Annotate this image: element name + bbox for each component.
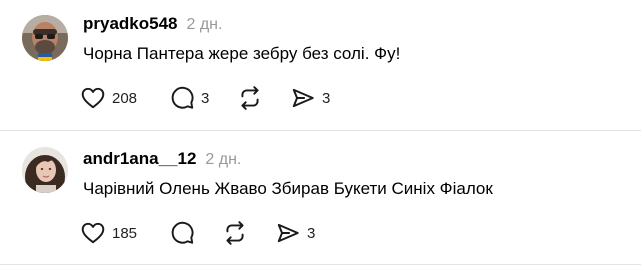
avatar-image — [22, 147, 68, 193]
divider — [0, 264, 641, 265]
comment-icon — [171, 86, 194, 109]
username[interactable]: andr1ana__12 — [83, 149, 196, 169]
share-button[interactable]: 3 — [275, 218, 315, 248]
post: andr1ana__12 2 дн. Чарівний Олень Жваво … — [0, 131, 641, 265]
repost-icon — [226, 221, 244, 245]
post-header: andr1ana__12 2 дн. — [83, 149, 241, 169]
send-icon — [292, 88, 314, 108]
post-text: Чорна Пантера жере зебру без солі. Фу! — [83, 44, 401, 63]
reply-button[interactable] — [169, 218, 201, 248]
repost-icon — [241, 86, 259, 110]
send-icon — [277, 223, 299, 243]
like-button[interactable]: 185 — [80, 218, 137, 248]
post-header: pryadko548 2 дн. — [83, 14, 222, 34]
avatar-image — [22, 15, 68, 61]
heart-icon — [81, 222, 105, 244]
post: pryadko548 2 дн. Чорна Пантера жере зебр… — [0, 0, 641, 131]
post-text: Чарівний Олень Жваво Збирав Букети Синіх… — [83, 179, 493, 198]
heart-icon — [81, 87, 105, 109]
repost-button[interactable] — [237, 83, 269, 113]
share-button[interactable]: 3 — [290, 83, 330, 113]
avatar[interactable] — [22, 147, 68, 193]
comment-icon — [171, 221, 194, 244]
share-count: 3 — [322, 89, 331, 107]
action-bar: 208 3 3 — [80, 83, 600, 113]
action-bar: 185 3 — [80, 218, 600, 248]
share-count: 3 — [307, 224, 316, 242]
timestamp[interactable]: 2 дн. — [187, 16, 223, 34]
timestamp[interactable]: 2 дн. — [205, 151, 241, 169]
repost-button[interactable] — [222, 218, 254, 248]
like-button[interactable]: 208 — [80, 83, 137, 113]
like-count: 208 — [112, 89, 138, 107]
reply-button[interactable]: 3 — [169, 83, 209, 113]
reply-count: 3 — [201, 89, 210, 107]
like-count: 185 — [112, 224, 138, 242]
username[interactable]: pryadko548 — [83, 14, 178, 34]
avatar[interactable] — [22, 15, 68, 61]
